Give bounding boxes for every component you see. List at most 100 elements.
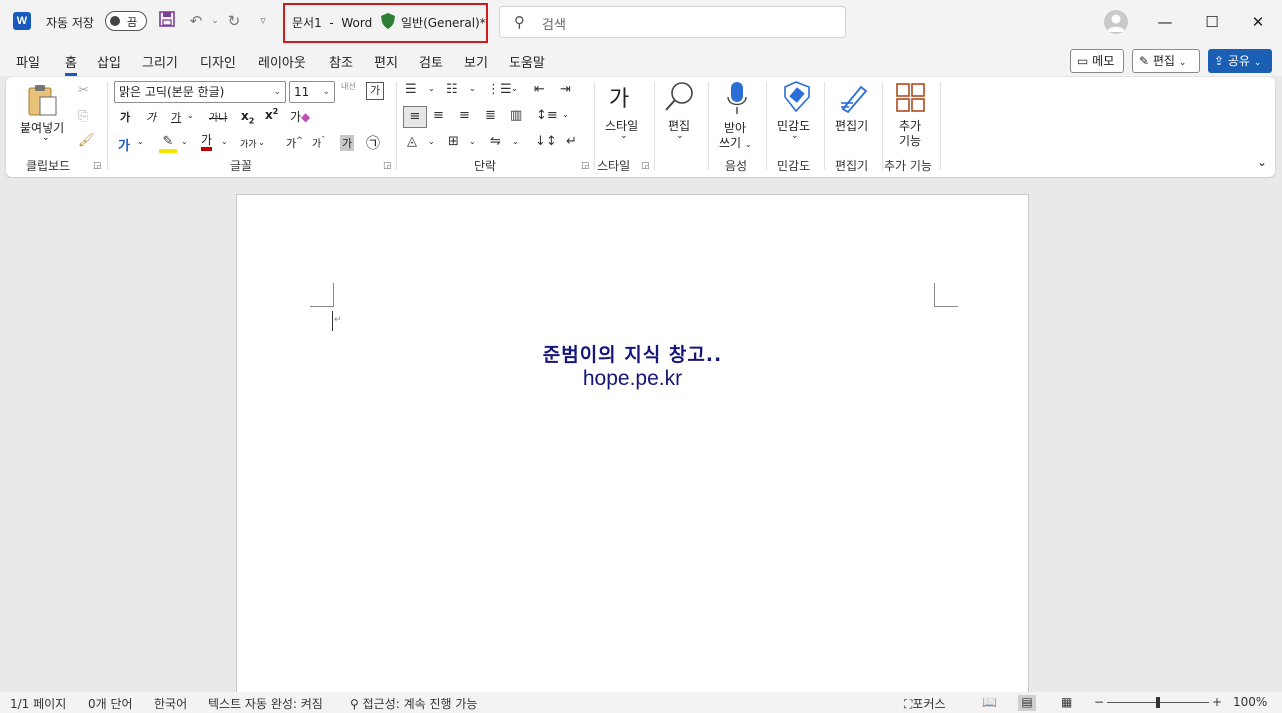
save-icon[interactable] (157, 11, 177, 31)
maximize-icon[interactable]: ☐ (1197, 8, 1227, 36)
dictate-label-line2[interactable]: 쓰기 ⌄ (719, 134, 752, 151)
styles-launcher-icon[interactable]: ◲ (641, 161, 650, 171)
accessibility-status[interactable]: ⚲ 접근성: 계속 진행 가능 (350, 695, 477, 712)
undo-dropdown-icon[interactable]: ⌄ (205, 11, 225, 31)
autosave-toggle[interactable]: 끔 (105, 11, 147, 31)
copy-icon[interactable]: ⎘ (78, 109, 88, 124)
tab-mailings[interactable]: 편지 (374, 52, 398, 71)
sensitivity-icon[interactable] (782, 81, 812, 116)
shield-icon[interactable] (381, 13, 395, 29)
share-button[interactable]: ⇪ 공유 ⌄ (1208, 49, 1272, 73)
bold-button[interactable]: 가 (120, 109, 130, 125)
strikethrough-button[interactable]: 가나 (209, 109, 227, 124)
microphone-icon[interactable] (726, 81, 748, 118)
borders-icon[interactable]: ⊞ (448, 134, 459, 149)
undo-icon[interactable]: ↶ (186, 11, 206, 31)
read-mode-icon[interactable]: 📖 (982, 695, 997, 709)
multilevel-list-icon[interactable]: ⋮☰ (487, 82, 512, 97)
redo-icon[interactable]: ↻ (224, 11, 244, 31)
text-effects-button[interactable]: 가 (118, 135, 130, 154)
close-icon[interactable]: ✕ (1243, 8, 1273, 36)
chevron-down-icon[interactable]: ⌄ (221, 137, 228, 146)
chevron-down-icon[interactable]: ⌄ (620, 131, 628, 141)
paste-dropdown-icon[interactable]: ⌄ (42, 133, 50, 143)
chevron-down-icon[interactable]: ⌄ (469, 84, 476, 93)
document-page[interactable]: ↵ 준범이의 지식 창고.. hope.pe.kr (236, 194, 1029, 713)
language-indicator[interactable]: 한국어 (154, 695, 187, 712)
sort-icon[interactable]: ↓↕ (535, 134, 557, 149)
shrink-font-button[interactable]: 가ˇ (312, 135, 325, 150)
grow-font-button[interactable]: 가^ (286, 135, 303, 151)
character-border-button[interactable]: 가 (366, 82, 384, 100)
format-painter-icon[interactable]: 🖌 (78, 133, 95, 148)
print-layout-icon[interactable]: ▤ (1018, 695, 1036, 711)
clear-formatting-button[interactable]: 가◆ (290, 108, 310, 125)
justify-icon[interactable]: ≣ (485, 108, 496, 123)
superscript-button[interactable]: x2 (265, 107, 278, 122)
distributed-icon[interactable]: ▥ (510, 108, 522, 123)
enclose-characters-button[interactable]: ㉠ (366, 133, 380, 153)
zoom-out-icon[interactable]: − (1094, 695, 1104, 709)
character-shading-button[interactable]: 가 (340, 135, 355, 151)
chevron-down-icon[interactable]: ⌄ (258, 138, 265, 147)
customize-toolbar-icon[interactable]: ▿ (253, 11, 273, 31)
addins-label-line2[interactable]: 기능 (899, 132, 921, 149)
tab-help[interactable]: 도움말 (509, 52, 545, 71)
tab-file[interactable]: 파일 (16, 52, 40, 71)
tab-references[interactable]: 참조 (329, 52, 353, 71)
chevron-down-icon[interactable]: ⌄ (428, 137, 435, 146)
chevron-down-icon[interactable]: ⌄ (137, 137, 144, 146)
chevron-down-icon[interactable]: ⌄ (791, 131, 799, 141)
shading-icon[interactable]: ◬ (407, 134, 417, 149)
zoom-slider-thumb[interactable] (1156, 697, 1160, 708)
chevron-down-icon[interactable]: ⌄ (562, 110, 569, 119)
highlight-icon[interactable]: ✎ (159, 134, 177, 153)
show-marks-icon[interactable]: ↵ (566, 134, 577, 149)
search-box[interactable]: ⚲ 검색 (499, 6, 846, 38)
align-left-icon[interactable]: ≡ (403, 106, 427, 128)
underline-dropdown-icon[interactable]: ⌄ (187, 111, 194, 120)
chevron-down-icon[interactable]: ⌄ (676, 131, 684, 141)
italic-button[interactable]: 가 (146, 109, 156, 125)
find-icon[interactable] (664, 81, 696, 116)
underline-button[interactable]: 가 (171, 109, 181, 125)
account-avatar[interactable] (1104, 10, 1128, 34)
collapse-ribbon-icon[interactable]: ⌄ (1257, 155, 1267, 169)
editor-icon[interactable] (839, 81, 871, 116)
minimize-icon[interactable]: — (1150, 8, 1180, 36)
numbering-icon[interactable]: ☷ (446, 82, 458, 97)
align-right-icon[interactable]: ≡ (459, 108, 470, 123)
tab-draw[interactable]: 그리기 (142, 52, 178, 71)
tab-design[interactable]: 디자인 (200, 52, 236, 71)
chevron-down-icon[interactable]: ⌄ (428, 84, 435, 93)
decrease-indent-icon[interactable]: ⇤ (534, 82, 545, 97)
tab-home[interactable]: 홈 (65, 52, 77, 76)
tab-layout[interactable]: 레이아웃 (258, 52, 306, 71)
document-text-line2[interactable]: hope.pe.kr (237, 367, 1028, 391)
chevron-down-icon[interactable]: ⌄ (511, 84, 518, 93)
bullets-icon[interactable]: ☰ (405, 82, 417, 97)
zoom-level[interactable]: 100% (1233, 695, 1267, 709)
comments-button[interactable]: ▭ 메모 (1070, 49, 1124, 73)
styles-gallery-icon[interactable]: 가 (609, 81, 629, 113)
text-prediction-status[interactable]: 텍스트 자동 완성: 켜짐 (208, 695, 323, 712)
chevron-down-icon[interactable]: ⌄ (512, 137, 519, 146)
phonetic-guide-button[interactable]: 내선 (341, 81, 356, 92)
subscript-button[interactable]: x2 (241, 109, 254, 125)
cut-icon[interactable]: ✂ (78, 83, 89, 98)
character-scale-button[interactable]: 가가 (240, 137, 257, 150)
zoom-in-icon[interactable]: + (1212, 695, 1222, 709)
chevron-down-icon[interactable]: ⌄ (469, 137, 476, 146)
font-launcher-icon[interactable]: ◲ (383, 161, 392, 171)
increase-indent-icon[interactable]: ⇥ (560, 82, 571, 97)
page-count[interactable]: 1/1 페이지 (10, 695, 66, 712)
font-name-select[interactable]: 맑은 고딕(본문 한글) ⌄ (114, 81, 286, 103)
align-center-icon[interactable]: ≡ (433, 108, 444, 123)
tab-insert[interactable]: 삽입 (97, 52, 121, 71)
document-text-line1[interactable]: 준범이의 지식 창고.. (237, 340, 1028, 367)
asian-layout-icon[interactable]: ⇋ (490, 134, 501, 149)
paragraph-launcher-icon[interactable]: ◲ (581, 161, 590, 171)
tab-view[interactable]: 보기 (464, 52, 488, 71)
line-spacing-icon[interactable]: ↕≡ (536, 108, 558, 123)
sensitivity-label[interactable]: 일반(General)* (401, 14, 486, 31)
